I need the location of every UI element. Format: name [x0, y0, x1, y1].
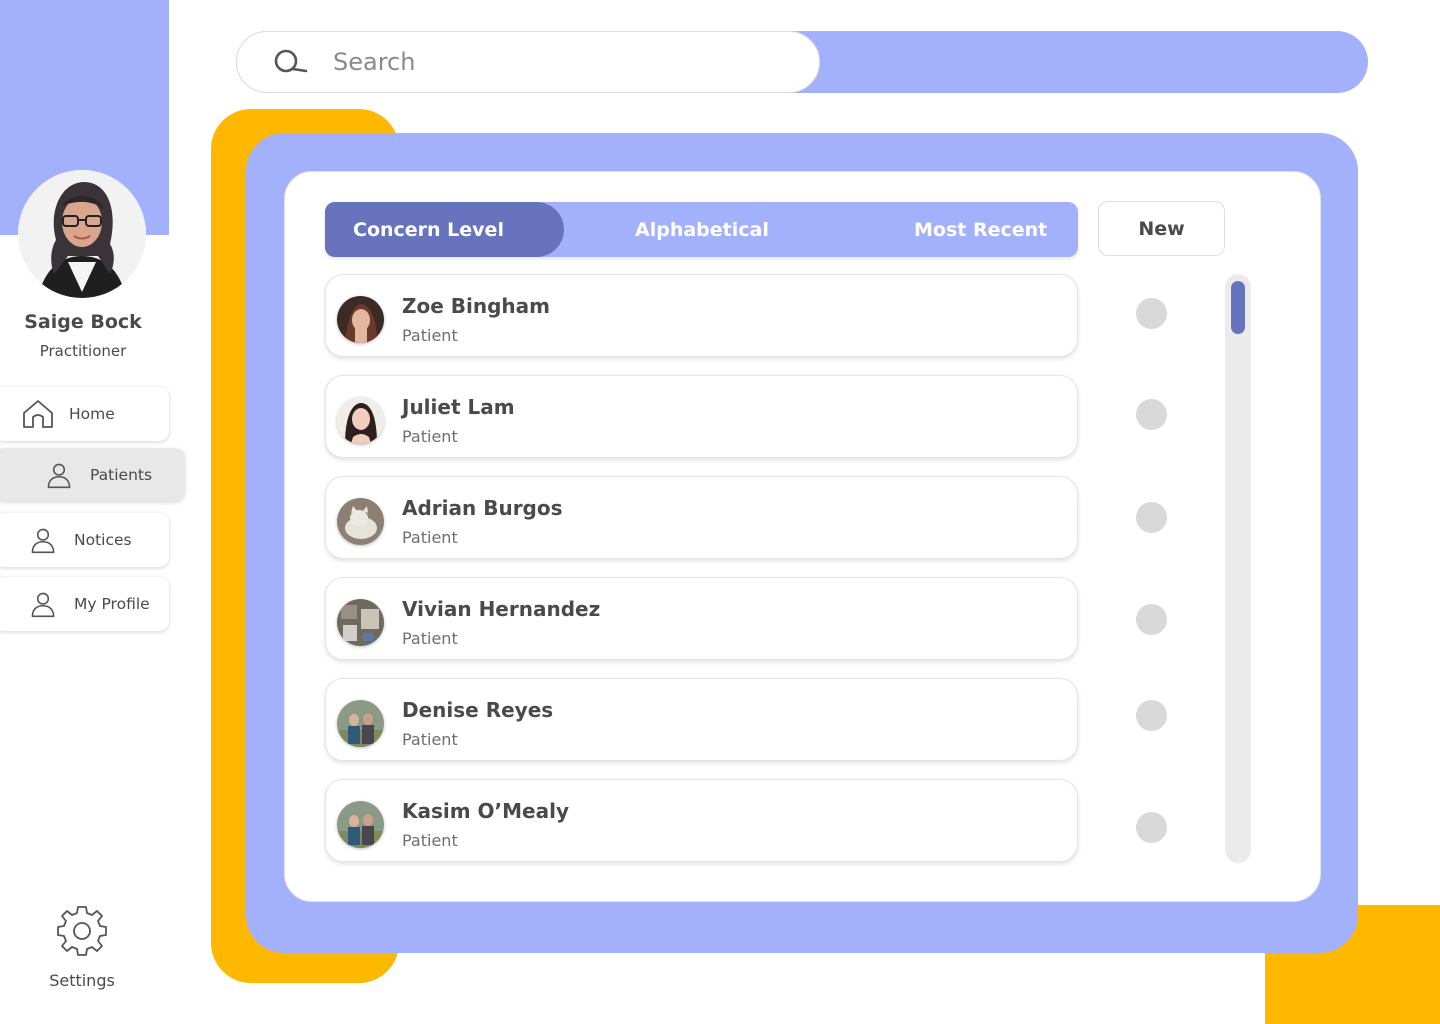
tab-concern-level[interactable]: Concern Level [325, 202, 564, 257]
patient-name: Zoe Bingham [402, 294, 550, 318]
scrollbar-thumb[interactable] [1231, 281, 1245, 334]
tab-most-recent[interactable]: Most Recent [914, 202, 1047, 257]
search-icon [274, 49, 308, 73]
search-box[interactable] [236, 31, 820, 93]
list-item-patient[interactable]: Kasim O’Mealy Patient [325, 779, 1078, 862]
tab-alphabetical[interactable]: Alphabetical [635, 202, 769, 257]
patient-name: Juliet Lam [402, 395, 515, 419]
list-item-patient[interactable]: Vivian Hernandez Patient [325, 577, 1078, 660]
avatar-photo [18, 170, 146, 298]
status-indicator[interactable] [1136, 812, 1167, 843]
patient-name: Adrian Burgos [402, 496, 563, 520]
patient-role: Patient [402, 730, 458, 749]
page: Saige Bock Practitioner Home Patients No… [0, 0, 1440, 1024]
nav-label-home: Home [69, 405, 115, 423]
nav-item-notices[interactable]: Notices [0, 513, 169, 567]
patient-avatar [337, 700, 384, 747]
patient-name: Denise Reyes [402, 698, 554, 722]
user-avatar[interactable] [18, 170, 146, 298]
patient-name: Vivian Hernandez [402, 597, 601, 621]
patient-name: Kasim O’Mealy [402, 799, 570, 823]
settings-button[interactable]: Settings [32, 905, 132, 990]
status-indicator[interactable] [1136, 298, 1167, 329]
list-item-patient[interactable]: Denise Reyes Patient [325, 678, 1078, 761]
nav-label-notices: Notices [74, 531, 132, 549]
person-icon [26, 587, 60, 621]
nav-label-patients: Patients [90, 466, 153, 484]
list-item-patient[interactable]: Adrian Burgos Patient [325, 476, 1078, 559]
nav-item-home[interactable]: Home [0, 387, 169, 441]
patient-role: Patient [402, 831, 458, 850]
scrollbar-track[interactable] [1225, 274, 1251, 863]
patient-avatar [337, 397, 384, 444]
status-indicator[interactable] [1136, 604, 1167, 635]
user-name: Saige Bock [24, 311, 142, 333]
user-role: Practitioner [39, 342, 127, 360]
nav-label-my-profile: My Profile [74, 595, 150, 613]
status-indicator[interactable] [1136, 700, 1167, 731]
sort-tabs: Concern Level Alphabetical Most Recent [325, 202, 1078, 257]
status-indicator[interactable] [1136, 502, 1167, 533]
patient-role: Patient [402, 629, 458, 648]
list-item-patient[interactable]: Zoe Bingham Patient [325, 274, 1078, 357]
search-input[interactable] [333, 48, 773, 76]
nav-item-patients[interactable]: Patients [0, 448, 185, 502]
home-icon [21, 397, 55, 431]
patient-avatar [337, 498, 384, 545]
patient-avatar [337, 296, 384, 343]
person-icon [26, 523, 60, 557]
status-indicator[interactable] [1136, 399, 1167, 430]
new-button[interactable]: New [1098, 201, 1225, 256]
nav-item-my-profile[interactable]: My Profile [0, 577, 169, 631]
gear-icon [57, 906, 107, 956]
list-item-patient[interactable]: Juliet Lam Patient [325, 375, 1078, 458]
patient-role: Patient [402, 326, 458, 345]
patient-role: Patient [402, 427, 458, 446]
settings-label: Settings [49, 971, 115, 990]
person-icon [42, 458, 76, 492]
patient-avatar [337, 599, 384, 646]
patient-avatar [337, 801, 384, 848]
patient-role: Patient [402, 528, 458, 547]
